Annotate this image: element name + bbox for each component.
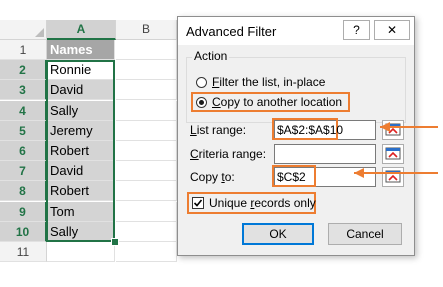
- table-cell[interactable]: Tom: [47, 201, 115, 222]
- row-header[interactable]: 2: [0, 60, 47, 81]
- row-header[interactable]: 9: [0, 201, 47, 222]
- column-header-b[interactable]: B: [116, 20, 177, 40]
- row-header[interactable]: 5: [0, 120, 47, 141]
- unique-records-label: ecords only: [254, 196, 316, 210]
- list-range-value: $A$2:$A$10: [277, 123, 344, 137]
- radio-copy-accelerator: C: [212, 95, 221, 109]
- table-cell[interactable]: [116, 242, 177, 262]
- cancel-button[interactable]: Cancel: [328, 223, 402, 245]
- radio-filter-in-place[interactable]: Filter the list, in-place: [196, 74, 325, 90]
- list-range-label: List range:: [190, 123, 247, 137]
- table-cell[interactable]: [116, 221, 177, 242]
- close-icon: ✕: [386, 23, 398, 37]
- row-header[interactable]: 11: [0, 242, 47, 262]
- table-cell[interactable]: David: [47, 80, 115, 101]
- table-cell[interactable]: Jeremy: [47, 120, 115, 141]
- select-all-triangle-icon: [35, 28, 44, 37]
- table-cell[interactable]: Ronnie: [47, 60, 115, 81]
- unique-records-checkbox[interactable]: [192, 197, 204, 209]
- title-bar[interactable]: Advanced Filter ? ✕: [178, 17, 414, 45]
- table-cell[interactable]: Robert: [47, 181, 115, 202]
- ok-button[interactable]: OK: [242, 223, 314, 245]
- row-header[interactable]: 7: [0, 161, 47, 182]
- table-cell[interactable]: Sally: [47, 221, 115, 242]
- radio-filter-label: ilter the list, in-place: [219, 75, 326, 89]
- checkmark-icon: [193, 199, 203, 207]
- table-cell[interactable]: [116, 60, 177, 81]
- row-header[interactable]: 1: [0, 40, 47, 60]
- table-cell[interactable]: [116, 40, 177, 60]
- header-cell[interactable]: Names: [47, 40, 115, 60]
- radio-filter-icon[interactable]: [196, 77, 207, 88]
- unique-records-checkbox-row[interactable]: Unique records only: [192, 195, 316, 211]
- criteria-range-label: Criteria range:: [190, 147, 267, 161]
- row-header[interactable]: 6: [0, 141, 47, 161]
- table-cell[interactable]: [47, 242, 115, 262]
- radio-copy-icon[interactable]: [196, 97, 207, 108]
- copy-to-label: Copy to:: [190, 170, 235, 184]
- column-header-a[interactable]: A: [47, 20, 116, 40]
- table-cell[interactable]: Sally: [47, 100, 115, 121]
- row-header[interactable]: 4: [0, 100, 47, 121]
- copy-to-value: $C$2: [277, 170, 306, 184]
- table-cell[interactable]: [116, 181, 177, 202]
- annotation-arrows: [354, 122, 438, 178]
- select-all-corner[interactable]: [0, 20, 47, 40]
- table-cell[interactable]: Robert: [47, 141, 115, 161]
- row-header[interactable]: 3: [0, 80, 47, 101]
- copy-to-arrow-icon: [354, 168, 438, 178]
- table-cell[interactable]: [116, 80, 177, 101]
- action-group-label: Action: [192, 49, 230, 63]
- table-cell[interactable]: David: [47, 161, 115, 182]
- action-group: [186, 57, 406, 123]
- table-cell[interactable]: [116, 201, 177, 222]
- help-button[interactable]: ?: [343, 20, 370, 40]
- radio-copy-to-location[interactable]: Copy to another location: [196, 94, 342, 110]
- row-header[interactable]: 10: [0, 221, 47, 242]
- dialog-title: Advanced Filter: [186, 24, 277, 39]
- fill-handle[interactable]: [111, 238, 119, 246]
- table-cell[interactable]: [116, 100, 177, 121]
- list-range-arrow-icon: [380, 122, 438, 132]
- table-cell[interactable]: [116, 141, 177, 161]
- radio-copy-label: opy to another location: [220, 95, 343, 109]
- close-button[interactable]: ✕: [374, 20, 410, 40]
- row-header[interactable]: 8: [0, 181, 47, 202]
- table-cell[interactable]: [116, 161, 177, 182]
- table-cell[interactable]: [116, 120, 177, 141]
